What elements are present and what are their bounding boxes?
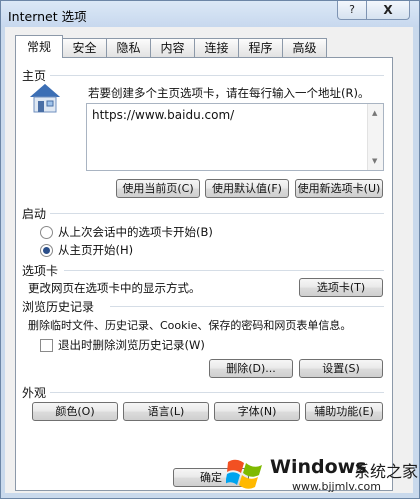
tabs-description: 更改网页在选项卡中的显示方式。 xyxy=(28,281,201,295)
tab-programs[interactable]: 程序 xyxy=(238,38,283,57)
tabs-divider xyxy=(64,270,384,271)
fonts-button[interactable]: 字体(N) xyxy=(214,402,300,421)
help-button[interactable]: ? xyxy=(337,1,367,20)
tab-connections[interactable]: 连接 xyxy=(194,38,239,57)
watermark: Windows 系统之家 www.bjjmlv.com xyxy=(224,450,418,497)
textarea-scrollbar[interactable]: ▲ ▼ xyxy=(367,104,383,170)
radio-home-page[interactable] xyxy=(40,244,53,257)
startup-section-title: 启动 xyxy=(22,207,47,221)
history-description: 删除临时文件、历史记录、Cookie、保存的密码和网页表单信息。 xyxy=(28,319,352,332)
radio-home-page-label: 从主页开始(H) xyxy=(58,243,134,257)
close-button[interactable]: X xyxy=(366,1,410,20)
delete-on-exit-checkbox[interactable] xyxy=(40,339,53,352)
history-settings-button[interactable]: 设置(S) xyxy=(299,359,383,378)
delete-on-exit-label: 退出时删除浏览历史记录(W) xyxy=(58,338,205,352)
tab-privacy[interactable]: 隐私 xyxy=(106,38,151,57)
use-current-button[interactable]: 使用当前页(C) xyxy=(116,179,200,198)
languages-button[interactable]: 语言(L) xyxy=(123,402,209,421)
watermark-url: www.bjjmlv.com xyxy=(292,480,381,493)
accessibility-button[interactable]: 辅助功能(E) xyxy=(305,402,383,421)
tab-general[interactable]: 常规 xyxy=(15,35,63,58)
home-divider xyxy=(50,75,384,76)
dialog-client-area: 常规 安全 隐私 内容 连接 程序 高级 主页 若要创建多个主页选项卡，请在每行… xyxy=(5,27,413,493)
home-url-textarea[interactable]: https://www.baidu.com/ ▲ ▼ xyxy=(86,103,384,171)
history-section-title: 浏览历史记录 xyxy=(22,300,95,314)
radio-selected-dot xyxy=(43,247,50,254)
general-tab-panel: 主页 若要创建多个主页选项卡，请在每行输入一个地址(R)。 https://ww… xyxy=(15,57,393,491)
use-new-tab-button[interactable]: 使用新选项卡(U) xyxy=(295,179,383,198)
home-description: 若要创建多个主页选项卡，请在每行输入一个地址(R)。 xyxy=(88,86,370,100)
delete-history-button[interactable]: 删除(D)... xyxy=(209,359,293,378)
appearance-divider xyxy=(50,392,384,393)
scroll-down-icon[interactable]: ▼ xyxy=(372,157,377,165)
tabs-settings-button[interactable]: 选项卡(T) xyxy=(299,278,383,297)
window-title: Internet 选项 xyxy=(8,9,87,24)
history-divider xyxy=(110,306,384,307)
radio-last-session[interactable] xyxy=(40,226,53,239)
watermark-site-name: 系统之家 xyxy=(354,462,419,481)
internet-options-window: Internet 选项 ? X 常规 安全 隐私 内容 连接 程序 高级 主页 xyxy=(0,0,420,499)
scroll-up-icon[interactable]: ▲ xyxy=(372,109,377,117)
watermark-brand: Windows xyxy=(270,456,367,478)
tab-content[interactable]: 内容 xyxy=(150,38,195,57)
startup-divider xyxy=(50,213,384,214)
appearance-section-title: 外观 xyxy=(22,386,47,400)
radio-last-session-label: 从上次会话中的选项卡开始(B) xyxy=(58,225,213,239)
windows-logo xyxy=(225,456,264,490)
tab-security[interactable]: 安全 xyxy=(62,38,107,57)
home-url-value: https://www.baidu.com/ xyxy=(92,108,235,122)
house-icon xyxy=(28,82,62,114)
tab-advanced[interactable]: 高级 xyxy=(282,38,327,57)
title-bar[interactable]: Internet 选项 ? X xyxy=(1,1,419,27)
colors-button[interactable]: 颜色(O) xyxy=(32,402,118,421)
tabs-section-title: 选项卡 xyxy=(22,264,59,278)
use-default-button[interactable]: 使用默认值(F) xyxy=(205,179,289,198)
